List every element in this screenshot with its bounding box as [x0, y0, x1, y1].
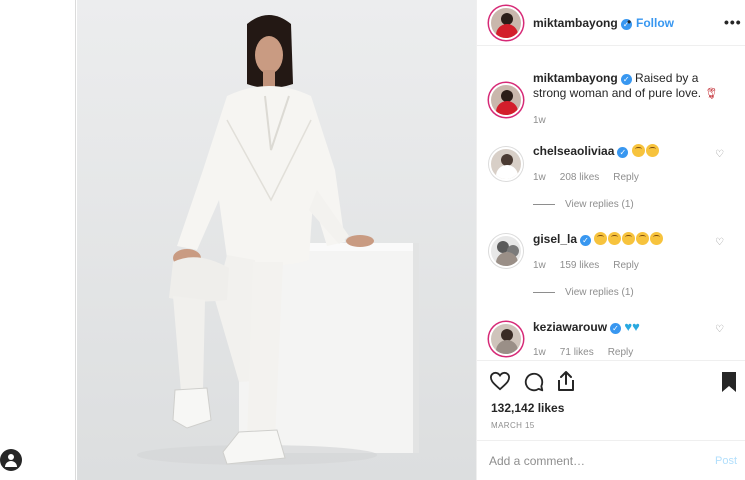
post-actions: 132,142 likes MARCH 15: [477, 360, 745, 434]
comment-username[interactable]: chelseaoliviaa: [533, 144, 614, 158]
header-separator: •: [627, 15, 632, 29]
comment-time[interactable]: 1w: [533, 347, 546, 358]
comment-like-icon[interactable]: ♡: [715, 237, 724, 248]
author-avatar[interactable]: [489, 6, 523, 40]
comment-meta: 1w 71 likes Reply: [533, 347, 647, 358]
comment-likes[interactable]: 71 likes: [560, 347, 594, 358]
comment-avatar[interactable]: [489, 147, 523, 181]
comment-text: gisel_la ✓: [533, 232, 664, 247]
verified-badge-icon: ✓: [617, 147, 629, 158]
post-sidebar: miktambayong ✓ • Follow ••• miktambayong ✓…: [477, 0, 745, 480]
post-photo-illustration: [77, 0, 476, 480]
view-replies-line: [533, 291, 555, 293]
bookmark-filled-icon[interactable]: [721, 371, 737, 393]
verified-badge-icon: ✓: [580, 235, 592, 246]
view-replies-label[interactable]: View replies (1): [565, 199, 634, 210]
caption-meta: 1w: [533, 115, 560, 126]
comment-time[interactable]: 1w: [533, 260, 546, 271]
author-username-text[interactable]: miktambayong: [533, 16, 618, 30]
blue-heart-emoji-icon: ♥: [632, 319, 640, 334]
profile-avatar-icon[interactable]: [0, 449, 22, 471]
smiling-face-emoji-icon: [622, 232, 636, 245]
comment-avatar[interactable]: [489, 322, 523, 356]
comment-like-icon[interactable]: ♡: [715, 324, 724, 335]
smiling-face-emoji-icon: [650, 232, 664, 245]
comment-username[interactable]: keziawarouw: [533, 320, 607, 334]
heart-outline-icon[interactable]: [489, 371, 511, 391]
comment-text: keziawarouw ✓ ♥♥: [533, 319, 640, 335]
reply-button[interactable]: Reply: [613, 172, 639, 183]
view-replies-button[interactable]: View replies (1): [533, 199, 634, 210]
verified-badge-icon: ✓: [610, 323, 622, 334]
smiling-face-emoji-icon: [636, 232, 650, 245]
reply-button[interactable]: Reply: [608, 347, 634, 358]
author-username[interactable]: miktambayong ✓: [533, 16, 632, 30]
comment-time[interactable]: 1w: [533, 172, 546, 183]
comment-text: chelseaoliviaa ✓: [533, 144, 660, 159]
comment-likes[interactable]: 159 likes: [560, 260, 599, 271]
rose-emoji-icon: 🌹︎: [704, 88, 719, 100]
verified-badge-icon: ✓: [620, 74, 632, 85]
comment-bubble-icon[interactable]: [523, 371, 545, 393]
caption-time[interactable]: 1w: [533, 115, 546, 126]
comment-likes[interactable]: 208 likes: [560, 172, 599, 183]
share-upload-icon[interactable]: [556, 370, 576, 392]
face-savoring-food-emoji-icon: [645, 144, 659, 157]
comment-like-icon[interactable]: ♡: [715, 149, 724, 160]
more-options-icon[interactable]: •••: [724, 14, 742, 30]
comment-username[interactable]: gisel_la: [533, 232, 577, 246]
post-header: miktambayong ✓ • Follow •••: [477, 0, 745, 46]
follow-button[interactable]: Follow: [636, 16, 674, 30]
caption-username[interactable]: miktambayong: [533, 71, 618, 85]
add-comment-bar: Post: [477, 440, 745, 480]
blue-heart-emoji-icon: ♥: [624, 319, 633, 334]
add-comment-input[interactable]: [489, 451, 689, 471]
reply-button[interactable]: Reply: [613, 260, 639, 271]
post-date[interactable]: MARCH 15: [491, 421, 535, 430]
view-replies-button[interactable]: View replies (1): [533, 287, 634, 298]
smiling-face-emoji-icon: [631, 144, 645, 157]
smiling-face-emoji-icon: [608, 232, 622, 245]
view-replies-line: [533, 203, 555, 205]
post-photo[interactable]: [77, 0, 477, 480]
caption-avatar[interactable]: [489, 83, 523, 117]
caption-text: miktambayong ✓ Raised by a strong woman a…: [533, 71, 733, 102]
likes-count[interactable]: 132,142 likes: [491, 401, 564, 415]
comments-list[interactable]: miktambayong ✓ Raised by a strong woman a…: [477, 47, 745, 360]
comment-avatar[interactable]: [489, 234, 523, 268]
comment-meta: 1w 159 likes Reply: [533, 260, 653, 271]
view-replies-label[interactable]: View replies (1): [565, 287, 634, 298]
comment-meta: 1w 208 likes Reply: [533, 172, 653, 183]
smiling-face-emoji-icon: [594, 232, 608, 245]
post-comment-button[interactable]: Post: [715, 455, 737, 467]
